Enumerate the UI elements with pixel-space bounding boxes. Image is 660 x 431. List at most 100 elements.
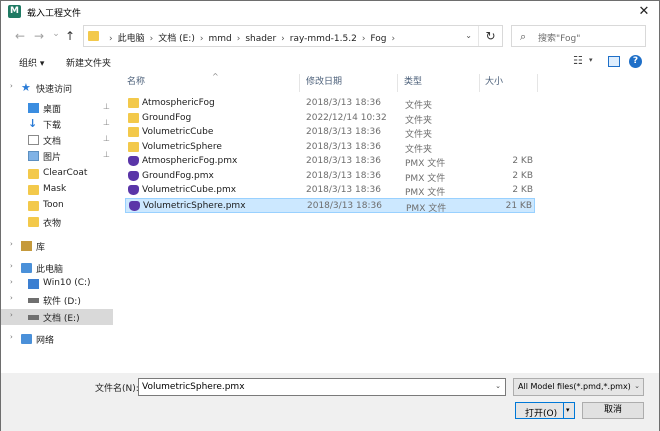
sidebar-item[interactable]: 衣物 [1, 214, 113, 230]
close-button[interactable]: ✕ [629, 1, 659, 23]
view-options-icon[interactable]: ☷ [573, 55, 587, 67]
sidebar-item-label: ClearCoat [43, 168, 88, 178]
sort-up-icon: ^ [212, 72, 219, 81]
file-type: 文件夹 [405, 115, 433, 126]
help-icon[interactable]: ? [629, 55, 642, 68]
forward-button[interactable]: → [32, 29, 46, 43]
file-type: 文件夹 [405, 130, 433, 140]
chevron-right-icon[interactable]: › [10, 278, 13, 286]
sidebar-item-label: 桌面 [43, 105, 62, 115]
chevron-right-icon[interactable]: › [10, 311, 13, 319]
sidebar-item[interactable]: › ★ 快速访问 [1, 80, 113, 96]
sidebar-item-label: 此电脑 [36, 265, 64, 275]
sidebar-item-label: 快速访问 [36, 85, 73, 95]
column-name[interactable]: 名称 ^ [127, 72, 219, 92]
filename-value: VolumetricSphere.pmx [142, 382, 245, 392]
folder-icon [28, 217, 39, 227]
file-type: PMX 文件 [405, 159, 446, 169]
search-input[interactable]: ⌕ 搜索"Fog" [511, 25, 646, 47]
command-bar: 组织 ▾ 新建文件夹 ☷ ▾ ? [1, 52, 659, 72]
file-name: VolumetricSphere.pmx [143, 200, 246, 211]
sidebar-item[interactable]: › 文档 (E:) [1, 309, 113, 325]
cancel-button[interactable]: 取消 [582, 402, 644, 419]
filename-input[interactable]: VolumetricSphere.pmx ⌄ [138, 378, 506, 396]
column-divider[interactable] [397, 74, 398, 92]
crumb-this-pc[interactable]: 此电脑 [118, 34, 145, 44]
sidebar-item[interactable]: 图片 ⊥ [1, 148, 113, 164]
file-row[interactable]: VolumetricCube 2018/3/13 18:36 文件夹 [125, 125, 535, 140]
back-button[interactable]: ← [13, 29, 27, 43]
sidebar-item[interactable]: ClearCoat [1, 166, 113, 182]
file-row[interactable]: VolumetricSphere 2018/3/13 18:36 文件夹 [125, 140, 535, 155]
crumb-separator: › [236, 34, 241, 44]
recent-dropdown[interactable]: ⌄ [49, 29, 63, 39]
file-type-select[interactable]: All Model files(*.pmd,*.pmx) ⌄ [513, 378, 644, 396]
sidebar-item[interactable]: › 库 [1, 238, 113, 254]
drive-c-icon [28, 279, 39, 289]
sidebar-item[interactable]: › 此电脑 [1, 260, 113, 276]
organize-button[interactable]: 组织 ▾ [19, 56, 44, 69]
refresh-button[interactable]: ↻ [478, 26, 502, 46]
file-row[interactable]: GroundFog 2022/12/14 10:32 文件夹 [125, 111, 535, 126]
file-row[interactable]: GroundFog.pmx 2018/3/13 18:36 PMX 文件 2 KB [125, 169, 535, 184]
computer-icon [21, 263, 32, 273]
sidebar-item[interactable]: › Win10 (C:) [1, 276, 113, 292]
pin-icon: ⊥ [103, 134, 110, 143]
file-name: AtmosphericFog.pmx [142, 156, 238, 166]
crumb-separator: › [361, 34, 366, 44]
open-dropdown[interactable]: ▾ [566, 406, 570, 414]
file-date: 2018/3/13 18:36 [306, 127, 381, 137]
chevron-right-icon[interactable]: › [10, 262, 13, 270]
preview-pane-icon[interactable] [608, 56, 620, 67]
file-name: VolumetricSphere [142, 141, 222, 152]
column-size[interactable]: 大小 [485, 74, 503, 92]
file-row[interactable]: VolumetricSphere.pmx 2018/3/13 18:36 PMX 文… [125, 197, 535, 214]
sidebar-item[interactable]: Mask [1, 182, 113, 198]
address-dropdown[interactable]: ⌄ [465, 31, 472, 40]
chevron-right-icon[interactable]: › [10, 240, 13, 248]
sidebar-item[interactable]: Toon [1, 198, 113, 214]
sidebar-item[interactable]: › 软件 (D:) [1, 292, 113, 308]
sidebar-item[interactable]: 桌面 ⊥ [1, 100, 113, 116]
file-date: 2018/3/13 18:36 [306, 170, 381, 181]
file-type: PMX 文件 [405, 173, 446, 184]
column-name-label: 名称 [127, 77, 146, 87]
crumb-ray-mmd[interactable]: ray-mmd-1.5.2 [290, 34, 357, 44]
chevron-right-icon[interactable]: › [10, 294, 13, 302]
folder-icon [28, 201, 39, 211]
file-size: 21 KB [505, 200, 532, 211]
open-button[interactable]: 打开(O) ▾ [515, 402, 575, 419]
chevron-right-icon[interactable]: › [10, 82, 13, 90]
column-divider[interactable] [299, 74, 300, 92]
sidebar-item[interactable]: › 网络 [1, 331, 113, 347]
star-icon: ★ [21, 81, 31, 94]
crumb-shader[interactable]: shader [245, 34, 276, 44]
column-date[interactable]: 修改日期 [306, 74, 342, 92]
folder-icon [128, 127, 139, 137]
drive-icon [28, 315, 39, 320]
new-folder-button[interactable]: 新建文件夹 [66, 56, 111, 69]
address-bar[interactable]: › 此电脑 › 文档 (E:) › mmd › shader › ray-mmd-1.5.2 › Fo… [83, 25, 503, 47]
up-button[interactable]: ↑ [63, 29, 77, 43]
chevron-right-icon[interactable]: › [10, 333, 13, 341]
column-type[interactable]: 类型 [404, 74, 422, 92]
crumb-mmd[interactable]: mmd [208, 34, 231, 44]
pmx-file-icon [128, 156, 139, 166]
crumb-separator: › [199, 34, 204, 44]
pin-icon: ⊥ [103, 102, 110, 111]
crumb-fog[interactable]: Fog [370, 34, 386, 44]
file-row[interactable]: VolumetricCube.pmx 2018/3/13 18:36 PMX 文件 2… [125, 183, 535, 198]
sidebar-item[interactable]: ↓ 下载 ⊥ [1, 116, 113, 132]
column-divider[interactable] [479, 74, 480, 92]
file-row[interactable]: AtmosphericFog 2018/3/13 18:36 文件夹 [125, 96, 535, 111]
crumb-drive-e[interactable]: 文档 (E:) [158, 34, 195, 44]
chevron-down-icon[interactable]: ⌄ [495, 382, 501, 390]
column-divider[interactable] [537, 74, 538, 92]
file-row[interactable]: AtmosphericFog.pmx 2018/3/13 18:36 PMX 文件 2… [125, 154, 535, 169]
view-dropdown[interactable]: ▾ [589, 56, 593, 64]
file-name: AtmosphericFog [142, 98, 215, 108]
file-size: 2 KB [512, 156, 533, 166]
file-name: VolumetricCube.pmx [142, 185, 237, 195]
sidebar-item[interactable]: 文档 ⊥ [1, 132, 113, 148]
filename-label: 文件名(N): [95, 384, 139, 394]
